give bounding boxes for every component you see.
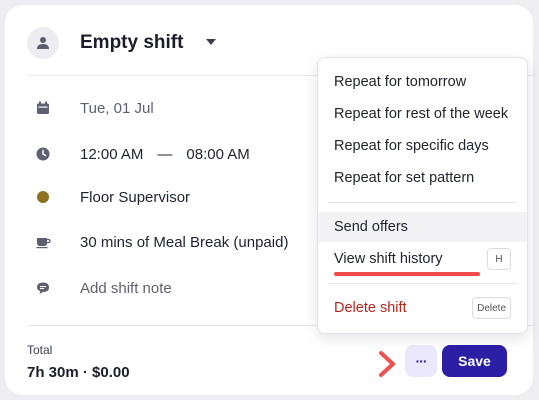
break-row[interactable]: 30 mins of Meal Break (unpaid) <box>35 231 288 253</box>
menu-item-view-history[interactable]: View shift history H <box>318 244 527 274</box>
shift-dialog: Empty shift Tue, 01 Jul 12:00 AM — 08:00 A… <box>5 5 533 395</box>
total-value: 7h 30m · $0.00 <box>27 364 130 381</box>
time-row[interactable]: 12:00 AM — 08:00 AM <box>35 143 250 165</box>
total-label: Total <box>27 343 53 357</box>
shift-role: Floor Supervisor <box>80 188 191 206</box>
calendar-icon <box>35 100 51 116</box>
menu-item-repeat-week[interactable]: Repeat for rest of the week <box>318 99 527 129</box>
pointer-arrow-icon <box>379 351 395 377</box>
menu-item-repeat-tomorrow[interactable]: Repeat for tomorrow <box>318 67 527 97</box>
start-time[interactable]: 12:00 AM <box>80 146 143 163</box>
shift-break: 30 mins of Meal Break (unpaid) <box>80 233 289 251</box>
menu-item-send-offers[interactable]: Send offers <box>318 212 527 242</box>
ellipsis-icon: ··· <box>415 353 428 369</box>
shift-date: Tue, 01 Jul <box>80 99 154 117</box>
clock-icon <box>35 146 51 162</box>
menu-item-delete-shift[interactable]: Delete shift Delete <box>318 293 527 323</box>
more-options-button[interactable]: ··· <box>405 345 437 377</box>
role-row[interactable]: Floor Supervisor <box>35 186 190 208</box>
shift-note-input[interactable]: Add shift note <box>80 280 172 297</box>
view-history-shortcut: H <box>487 248 511 270</box>
note-row[interactable]: Add shift note <box>35 277 172 299</box>
delete-shortcut: Delete <box>472 297 511 319</box>
coffee-cup-icon <box>35 234 51 250</box>
comment-icon <box>35 280 51 296</box>
time-separator: — <box>157 145 173 163</box>
user-icon <box>37 37 49 49</box>
end-time[interactable]: 08:00 AM <box>186 146 249 163</box>
view-history-label: View shift history <box>334 251 443 267</box>
more-options-menu: Repeat for tomorrow Repeat for rest of t… <box>317 57 528 334</box>
delete-shift-label: Delete shift <box>334 300 407 316</box>
avatar[interactable] <box>27 27 59 59</box>
caret-down-icon[interactable] <box>205 37 217 47</box>
menu-divider <box>328 202 517 203</box>
highlight-underline <box>334 272 480 276</box>
menu-item-repeat-pattern[interactable]: Repeat for set pattern <box>318 163 527 193</box>
shift-time: 12:00 AM — 08:00 AM <box>80 146 250 163</box>
menu-divider <box>328 283 517 284</box>
menu-item-repeat-specific-days[interactable]: Repeat for specific days <box>318 131 527 161</box>
date-row[interactable]: Tue, 01 Jul <box>35 97 154 119</box>
role-color-dot <box>35 189 51 205</box>
shift-title[interactable]: Empty shift <box>80 32 183 54</box>
save-button[interactable]: Save <box>442 345 507 377</box>
